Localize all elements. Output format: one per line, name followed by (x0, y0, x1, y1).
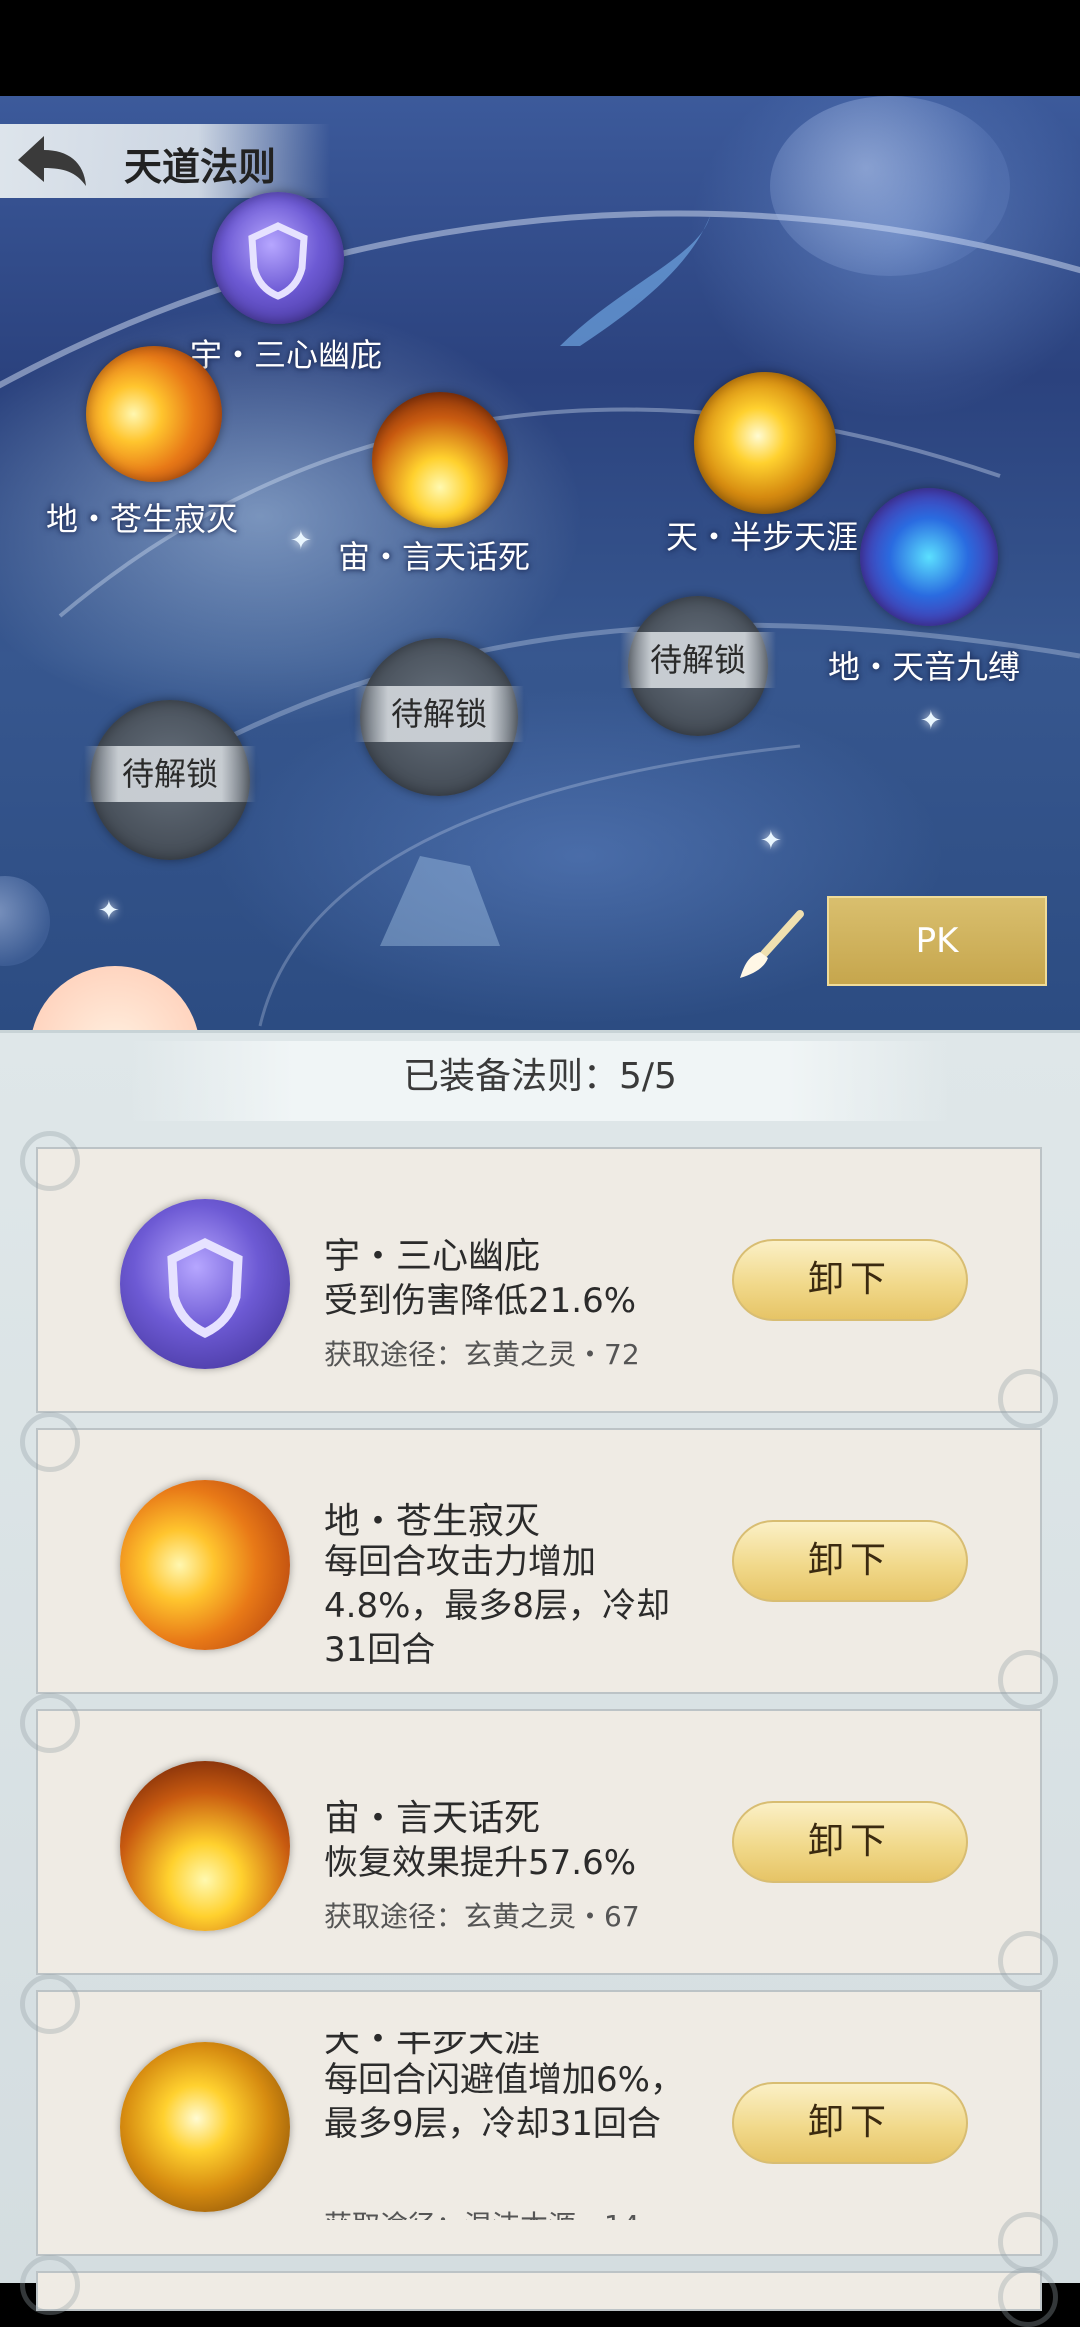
unequip-button[interactable]: 卸下 (732, 1801, 968, 1883)
pk-button[interactable]: PK (827, 896, 1047, 986)
rule-orb-di-1[interactable] (86, 346, 222, 482)
orb-label: 地・苍生寂灭 (46, 500, 239, 538)
unequip-button[interactable]: 卸下 (732, 1239, 968, 1321)
sparkle-icon: ✦ (920, 706, 942, 736)
rule-source: 获取途径：玄黄之灵・67 (324, 1900, 640, 1933)
shield-icon (167, 1237, 243, 1338)
rule-description: 恢复效果提升57.6% (324, 1843, 637, 1883)
star-map: ✦ ✦ ✦ ✦ 天道法则 宇・三心幽庇 地・苍生寂灭 宙・言天话死 天・半步天涯… (0, 96, 1080, 1030)
rule-description: 每回合攻击力增加4.8%，最多8层，冷却31回合 (324, 1542, 671, 1670)
rule-card: 宇・三心幽庇 受到伤害降低21.6% 获取途径：玄黄之灵・72 卸下 (20, 1131, 1058, 1429)
rule-description: 每回合闪避值增加6%，最多9层，冷却31回合 (324, 2060, 684, 2144)
back-arrow-icon[interactable] (12, 126, 92, 196)
rule-orb-yu[interactable] (212, 192, 344, 324)
rule-source: 获取途径：混沌本源・14 (324, 2204, 640, 2220)
scroll-clip: 天・半步天涯 每回合闪避值增加6%，最多9层，冷却31回合 获取途径：混沌本源・… (318, 2032, 718, 2220)
rule-name: 地・苍生寂灭 (324, 1501, 541, 1542)
rule-icon-fire (120, 1480, 290, 1650)
rule-icon-shield (120, 1199, 290, 1369)
status-bar (0, 0, 1080, 96)
rule-card: 地・苍生寂灭 每回合攻击力增加4.8%，最多8层，冷却31回合 卸下 (20, 1412, 1058, 1710)
distant-planet (770, 96, 1010, 276)
locked-label: 待解锁 (620, 632, 776, 688)
orb-label: 地・天音九缚 (828, 648, 1021, 686)
brush-icon[interactable] (730, 906, 810, 986)
unequip-button[interactable]: 卸下 (732, 1520, 968, 1602)
orb-label: 宇・三心幽庇 (190, 336, 383, 374)
equipped-rules-panel: 已装备法则：5/5 宇・三心幽庇 受到伤害降低21.6% 获取途径：玄黄之灵・7… (0, 1030, 1080, 2327)
rule-orb-tian[interactable] (694, 372, 836, 514)
unequip-button[interactable]: 卸下 (732, 2082, 968, 2164)
rule-name: 宙・言天话死 (324, 1798, 541, 1839)
sparkle-icon: ✦ (98, 896, 120, 926)
rule-icon-pillar (120, 1761, 290, 1931)
orb-label: 宙・言天话死 (338, 538, 531, 576)
orb-label: 天・半步天涯 (666, 518, 859, 556)
rule-source: 获取途径：玄黄之灵・72 (324, 1338, 640, 1371)
shield-icon (248, 222, 308, 300)
rule-icon-gold (120, 2042, 290, 2212)
page-title: 天道法则 (124, 145, 277, 189)
sparkle-icon: ✦ (760, 826, 782, 856)
rule-card: 天・半步天涯 每回合闪避值增加6%，最多9层，冷却31回合 获取途径：混沌本源・… (20, 1974, 1058, 2272)
sparkle-icon: ✦ (290, 526, 312, 556)
equipped-count: 已装备法则：5/5 (403, 1056, 677, 1097)
rule-card: 宙・言天话死 恢复效果提升57.6% 获取途径：玄黄之灵・67 卸下 (20, 1693, 1058, 1991)
rule-name: 宇・三心幽庇 (324, 1236, 541, 1277)
rule-card (20, 2255, 1058, 2327)
locked-label: 待解锁 (354, 686, 524, 742)
rule-orb-zhou[interactable] (372, 392, 508, 528)
rule-description: 受到伤害降低21.6% (324, 1281, 637, 1321)
locked-label: 待解锁 (84, 746, 256, 802)
rule-orb-di-2[interactable] (860, 488, 998, 626)
